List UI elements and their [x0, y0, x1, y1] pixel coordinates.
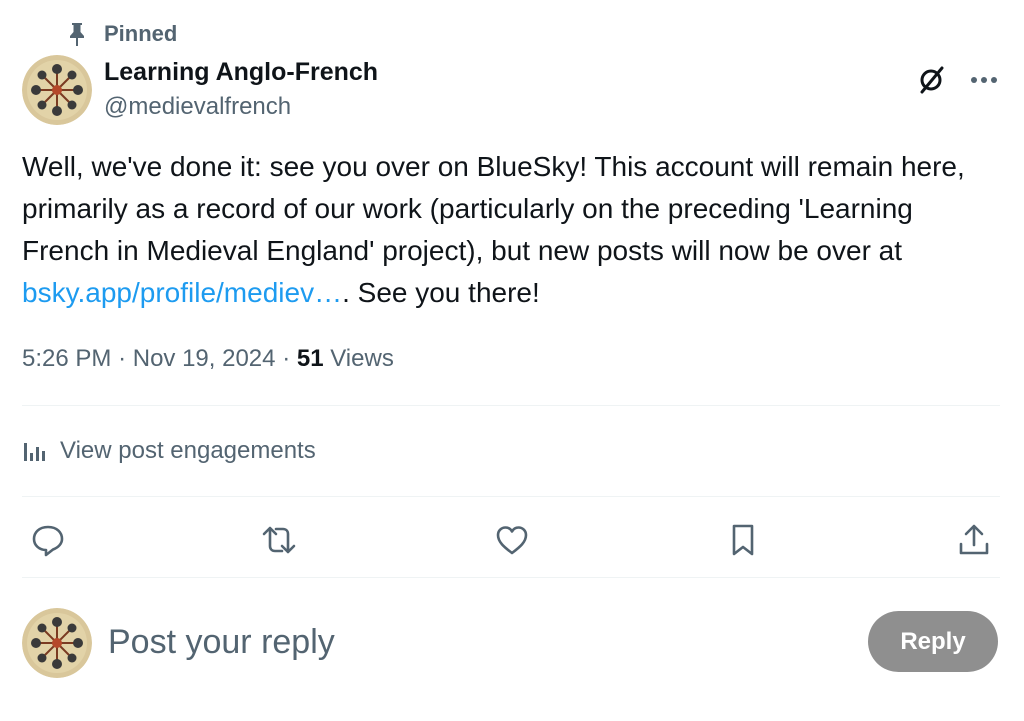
post-time[interactable]: 5:26 PM — [22, 345, 111, 372]
reply-icon[interactable] — [26, 518, 70, 562]
repost-icon[interactable] — [257, 518, 301, 562]
reply-button[interactable]: Reply — [868, 611, 998, 672]
post-text-after-link: . See you there! — [342, 277, 540, 308]
divider — [22, 496, 1000, 497]
post-meta: 5:26 PM · Nov 19, 2024 · 51 Views — [22, 342, 394, 376]
meta-separator: · — [282, 345, 291, 372]
pin-icon — [66, 21, 88, 47]
pinned-indicator: Pinned — [66, 20, 177, 48]
analytics-icon — [22, 437, 50, 465]
post-date[interactable]: Nov 19, 2024 — [133, 345, 276, 372]
like-icon[interactable] — [490, 518, 534, 562]
engagements-label: View post engagements — [60, 437, 316, 464]
grok-icon[interactable] — [913, 62, 949, 98]
divider — [22, 405, 1000, 406]
pinned-label: Pinned — [104, 21, 178, 46]
more-options-icon[interactable] — [966, 62, 1002, 98]
post-text: Well, we've done it: see you over on Blu… — [22, 146, 1007, 314]
meta-separator: · — [118, 345, 127, 372]
author-handle[interactable]: @medievalfrench — [104, 91, 291, 123]
current-user-avatar — [22, 608, 92, 678]
share-icon[interactable] — [952, 518, 996, 562]
author-name[interactable]: Learning Anglo-French — [104, 56, 378, 88]
author-avatar[interactable] — [22, 55, 92, 125]
reply-input[interactable] — [108, 618, 828, 666]
post-text-before-link: Well, we've done it: see you over on Blu… — [22, 151, 965, 266]
view-engagements-link[interactable]: View post engagements — [22, 432, 316, 470]
views-label: Views — [330, 345, 394, 372]
bookmark-icon[interactable] — [721, 518, 765, 562]
divider — [22, 577, 1000, 578]
views-count: 51 — [296, 345, 324, 372]
post-link[interactable]: bsky.app/profile/mediev… — [22, 277, 342, 308]
